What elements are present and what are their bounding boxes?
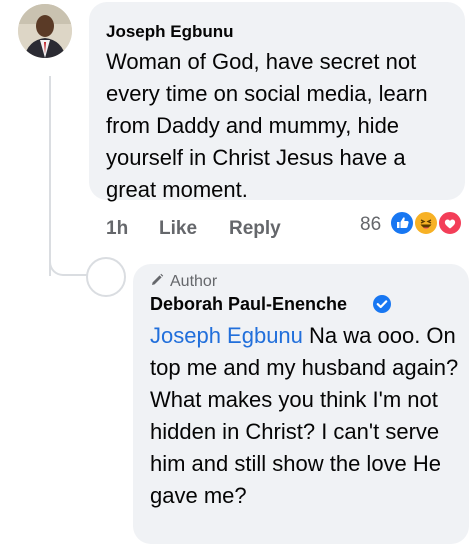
comment-timestamp[interactable]: 1h: [106, 218, 128, 240]
comment-text: Woman of God, have secret not every time…: [106, 49, 428, 202]
reply-author-name[interactable]: Deborah Paul-Enenche: [150, 294, 347, 315]
comment-author-name[interactable]: Joseph Egbunu: [106, 22, 234, 42]
reply-text: Joseph Egbunu Na wa ooo. On top me and m…: [150, 320, 460, 512]
pencil-icon: [152, 273, 164, 285]
verified-badge-icon: [373, 295, 391, 313]
reaction-count[interactable]: 86: [360, 214, 381, 236]
like-icon[interactable]: [389, 210, 415, 236]
author-badge-label: Author: [170, 273, 218, 290]
reply-button[interactable]: Reply: [229, 218, 281, 240]
commenter-avatar[interactable]: [18, 4, 72, 58]
mention-link[interactable]: Joseph Egbunu: [150, 323, 303, 348]
reply-connector-line: [49, 246, 91, 276]
reply-body: Na wa ooo. On top me and my husband agai…: [150, 323, 459, 508]
author-badge: Author: [150, 273, 217, 291]
like-button[interactable]: Like: [159, 218, 197, 240]
reply-author-avatar[interactable]: [86, 257, 126, 297]
haha-icon[interactable]: [413, 210, 439, 236]
love-icon[interactable]: [437, 210, 463, 236]
